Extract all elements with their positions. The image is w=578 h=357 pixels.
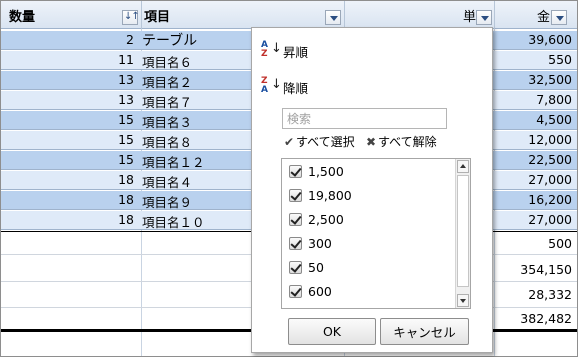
qty-cell: 15 bbox=[118, 112, 134, 127]
qty-cell: 18 bbox=[118, 172, 134, 187]
amount-cell: 27,000 bbox=[528, 212, 572, 227]
filter-dropdown-icon[interactable] bbox=[476, 10, 492, 25]
amount-cell: 39,600 bbox=[528, 32, 572, 47]
scroll-thumb[interactable] bbox=[457, 175, 469, 287]
name-cell: テーブル bbox=[142, 33, 198, 49]
sorted-ascending-icon: ↓↑ bbox=[124, 11, 140, 22]
total-cell: 28,332 bbox=[528, 287, 572, 302]
name-cell: 項目名４ bbox=[142, 175, 193, 190]
scroll-up-icon[interactable] bbox=[457, 160, 469, 173]
search-input[interactable] bbox=[282, 108, 447, 129]
sort-filter-button[interactable]: ↓↑ bbox=[122, 10, 140, 25]
list-item-label: 19,800 bbox=[308, 188, 352, 203]
sort-descending-label: 降順 bbox=[283, 81, 309, 96]
header-price[interactable]: 単 bbox=[345, 1, 495, 29]
total-cell: 354,150 bbox=[520, 262, 572, 277]
qty-cell: 18 bbox=[118, 212, 134, 227]
total-cell: 382,482 bbox=[520, 311, 572, 326]
filter-dropdown-icon[interactable] bbox=[551, 10, 567, 25]
qty-cell: 13 bbox=[118, 92, 134, 107]
name-cell: 項目名３ bbox=[142, 115, 193, 130]
list-item[interactable]: 600 bbox=[287, 282, 457, 302]
list-item-label: 300 bbox=[308, 236, 332, 251]
checkbox-checked[interactable] bbox=[289, 165, 302, 178]
amount-cell: 27,000 bbox=[528, 172, 572, 187]
total-cell: 500 bbox=[548, 236, 572, 251]
header-name[interactable]: 項目 bbox=[142, 1, 345, 29]
header-qty[interactable]: 数量 ↓↑ bbox=[1, 1, 142, 29]
grid-header: 数量 ↓↑ 項目 単 金 bbox=[1, 1, 577, 29]
x-icon: ✖ bbox=[366, 135, 377, 149]
checkbox-checked[interactable] bbox=[289, 285, 302, 298]
amount-cell: 550 bbox=[548, 52, 572, 67]
header-amount-label: 金 bbox=[537, 10, 551, 25]
list-item[interactable]: 50 bbox=[287, 258, 457, 278]
list-item-label: 1,500 bbox=[308, 164, 344, 179]
sort-ascending-label: 昇順 bbox=[283, 45, 309, 60]
name-cell: 項目名２ bbox=[142, 75, 193, 90]
name-cell: 項目名１２ bbox=[142, 155, 205, 170]
checkbox-checked[interactable] bbox=[289, 189, 302, 202]
sort-ascending-menu-item[interactable]: A Z ↓ 昇順 bbox=[257, 38, 487, 62]
header-qty-label: 数量 bbox=[9, 10, 36, 25]
list-item[interactable]: 2,500 bbox=[287, 210, 457, 230]
scroll-down-icon[interactable] bbox=[457, 294, 469, 307]
amount-cell: 4,500 bbox=[536, 112, 572, 127]
amount-cell: 32,500 bbox=[528, 72, 572, 87]
select-all-label: すべて選択 bbox=[296, 135, 355, 149]
header-name-label: 項目 bbox=[144, 10, 171, 25]
header-amount[interactable]: 金 bbox=[495, 1, 577, 29]
amount-cell: 7,800 bbox=[536, 92, 572, 107]
qty-cell: 15 bbox=[118, 132, 134, 147]
qty-cell: 2 bbox=[126, 32, 134, 47]
check-icon: ✔ bbox=[284, 135, 295, 149]
qty-cell: 15 bbox=[118, 152, 134, 167]
list-item-label: 50 bbox=[308, 260, 324, 275]
list-item[interactable]: 19,800 bbox=[287, 186, 457, 206]
checkbox-checked[interactable] bbox=[289, 213, 302, 226]
checkbox-checked[interactable] bbox=[289, 237, 302, 250]
name-cell: 項目名６ bbox=[142, 55, 193, 70]
clear-all-link[interactable]: ✖ すべて解除 bbox=[366, 133, 437, 150]
qty-cell: 13 bbox=[118, 72, 134, 87]
name-cell: 項目名１０ bbox=[142, 215, 205, 230]
filter-dropdown-icon[interactable] bbox=[325, 10, 341, 25]
list-item-label: 2,500 bbox=[308, 212, 344, 227]
qty-cell: 11 bbox=[118, 52, 134, 67]
filter-popup: A Z ↓ 昇順 Z A ↓ 降順 ✔すべて選択 ✖すべて解除 1,500 19… bbox=[251, 27, 493, 353]
amount-cell: 12,000 bbox=[528, 132, 572, 147]
clear-all-label: すべて解除 bbox=[378, 135, 437, 149]
name-cell: 項目名７ bbox=[142, 95, 193, 110]
select-all-link[interactable]: ✔ すべて選択 bbox=[284, 133, 355, 150]
sort-descending-icon: Z A ↓ bbox=[261, 76, 282, 95]
cancel-button[interactable]: キャンセル bbox=[380, 318, 469, 345]
sort-descending-menu-item[interactable]: Z A ↓ 降順 bbox=[257, 74, 487, 98]
list-item[interactable]: 1,500 bbox=[287, 162, 457, 182]
list-item[interactable]: 300 bbox=[287, 234, 457, 254]
amount-cell: 16,200 bbox=[528, 192, 572, 207]
list-item-label: 600 bbox=[308, 284, 332, 299]
filter-value-list[interactable]: 1,500 19,800 2,500 300 50 600 bbox=[281, 158, 471, 309]
sort-ascending-icon: A Z ↓ bbox=[261, 40, 282, 59]
name-cell: 項目名９ bbox=[142, 195, 193, 210]
ok-button[interactable]: OK bbox=[288, 318, 376, 345]
header-price-label: 単 bbox=[463, 10, 477, 25]
amount-cell: 22,500 bbox=[528, 152, 572, 167]
name-cell: 項目名８ bbox=[142, 135, 193, 150]
list-scrollbar[interactable] bbox=[455, 159, 470, 308]
checkbox-checked[interactable] bbox=[289, 261, 302, 274]
qty-cell: 18 bbox=[118, 192, 134, 207]
